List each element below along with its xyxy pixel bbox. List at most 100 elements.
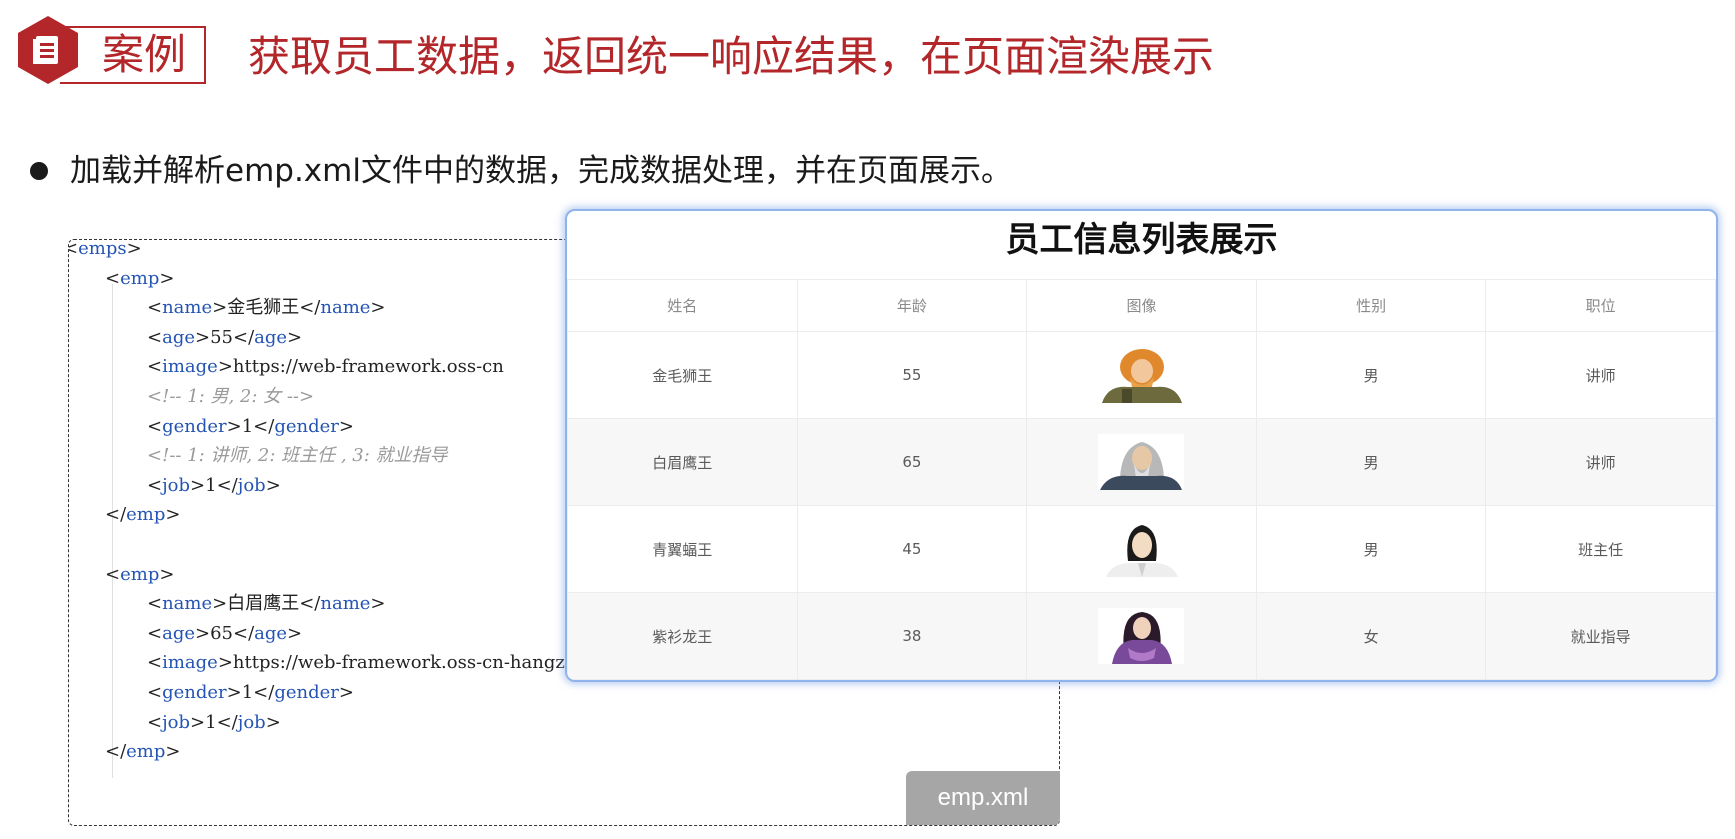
code-line: <gender>1</gender> (147, 412, 354, 442)
xml-text: > (159, 267, 175, 289)
code-line: <emps> (69, 239, 142, 264)
cell-job: 就业指导 (1485, 592, 1716, 680)
cell-name: 白眉鹰王 (567, 418, 798, 506)
cell-job: 讲师 (1485, 331, 1716, 419)
xml-text: >https://web-framework.oss-cn (217, 356, 504, 378)
xml-text: >1</ (190, 474, 238, 496)
xml-text: > (287, 326, 303, 348)
xml-text: < (147, 711, 163, 733)
xml-tag-name: image (162, 652, 218, 674)
bullet-text: 加载并解析emp.xml文件中的数据，完成数据处理，并在页面展示。 (70, 153, 1012, 189)
xml-text: < (69, 240, 78, 259)
xml-text: < (147, 326, 163, 348)
xml-text: >65</ (195, 622, 255, 644)
page-title: 获取员工数据，返回统一响应结果，在页面渲染展示 (248, 32, 1215, 81)
avatar-purple-dragon (1098, 608, 1185, 664)
xml-text: > (159, 563, 175, 585)
xml-text: >1</ (190, 711, 238, 733)
xml-text: > (370, 593, 386, 615)
xml-text: < (147, 474, 163, 496)
code-line: <gender>1</gender> (147, 678, 354, 708)
table-row: 金毛狮王 55 男 讲师 (567, 331, 1716, 419)
cell-gender: 男 (1255, 505, 1487, 593)
table-header-row: 姓名 年龄 图像 性别 职位 (567, 279, 1716, 332)
code-line: <!-- 1: 男, 2: 女 --> (147, 382, 314, 412)
xml-tag-name: emp (126, 741, 166, 763)
xml-text: < (147, 356, 163, 378)
xml-text: < (147, 415, 163, 437)
xml-tag-name: gender (162, 415, 227, 437)
xml-text: < (147, 652, 163, 674)
xml-tag-name: job (162, 474, 191, 496)
code-line: <job>1</job> (147, 471, 281, 501)
column-header-job: 职位 (1485, 279, 1716, 332)
xml-text: >55</ (195, 326, 255, 348)
cell-age: 65 (796, 418, 1028, 506)
code-line: </emp> (105, 737, 181, 767)
xml-tag-name: name (162, 593, 213, 615)
code-line: <name>白眉鹰王</name> (147, 589, 386, 619)
code-line: <name>金毛狮王</name> (147, 293, 386, 323)
xml-tag-name: name (320, 297, 371, 319)
case-label: 案例 (102, 30, 187, 79)
xml-text: < (147, 297, 163, 319)
code-line: <emp> (105, 560, 174, 590)
column-header-gender: 性别 (1255, 279, 1487, 332)
xml-text: >白眉鹰王</ (212, 593, 321, 615)
xml-tag-name: name (162, 297, 213, 319)
cell-job: 班主任 (1485, 505, 1716, 593)
code-line: <!-- 1: 讲师, 2: 班主任 , 3: 就业指导 (147, 441, 448, 471)
bullet-icon (30, 162, 48, 180)
cell-age: 38 (796, 592, 1028, 680)
cell-image (1026, 505, 1257, 593)
xml-tag-name: job (237, 711, 266, 733)
xml-text: > (165, 504, 181, 526)
xml-tag-name: gender (274, 415, 339, 437)
code-line: </emp> (105, 500, 181, 530)
cell-job: 讲师 (1485, 418, 1716, 506)
cell-gender: 男 (1255, 418, 1487, 506)
cell-name: 青翼蝠王 (567, 505, 798, 593)
cell-name: 紫衫龙王 (567, 592, 798, 680)
code-line: <job>1</job> (147, 708, 281, 738)
xml-text: < (105, 563, 121, 585)
cell-image (1026, 592, 1257, 680)
avatar-golden-lion (1098, 347, 1185, 403)
xml-text: </ (105, 504, 127, 526)
file-name-badge: emp.xml (906, 771, 1060, 825)
xml-text: > (370, 297, 386, 319)
cell-name: 金毛狮王 (567, 331, 798, 419)
document-icon (18, 16, 78, 84)
xml-tag-name: emps (78, 239, 127, 259)
xml-tag-name: age (254, 622, 288, 644)
code-line: <image>https://web-framework.oss-cn (147, 352, 504, 382)
xml-text: </ (105, 741, 127, 763)
column-header-image: 图像 (1026, 279, 1257, 332)
xml-text: > (126, 239, 142, 259)
xml-comment: <!-- 1: 男, 2: 女 --> (147, 386, 315, 407)
xml-tag-name: gender (162, 682, 227, 703)
xml-text: >1</ (226, 415, 275, 437)
xml-text: > (165, 741, 181, 763)
xml-text: < (147, 682, 163, 703)
cell-age: 55 (796, 331, 1028, 419)
cell-image (1026, 418, 1257, 506)
xml-tag-name: name (320, 593, 371, 615)
xml-tag-name: image (162, 356, 218, 378)
cell-gender: 男 (1255, 331, 1487, 419)
xml-text: > (287, 622, 303, 644)
xml-text: < (147, 593, 163, 615)
table-row: 白眉鹰王 65 男 讲师 (567, 418, 1716, 506)
xml-text: < (147, 622, 163, 644)
xml-text: >金毛狮王</ (212, 297, 321, 319)
xml-text: >1</ (226, 682, 275, 703)
table-row: 紫衫龙王 38 女 就业指导 (567, 592, 1716, 680)
xml-text: > (338, 415, 354, 437)
table-row: 青翼蝠王 45 男 班主任 (567, 505, 1716, 593)
xml-comment: <!-- 1: 讲师, 2: 班主任 , 3: 就业指导 (147, 445, 448, 467)
xml-text: > (338, 682, 354, 703)
xml-tag-name: age (254, 326, 288, 348)
cell-image (1026, 331, 1257, 419)
xml-tag-name: emp (120, 563, 160, 585)
avatar-green-bat (1098, 521, 1185, 577)
